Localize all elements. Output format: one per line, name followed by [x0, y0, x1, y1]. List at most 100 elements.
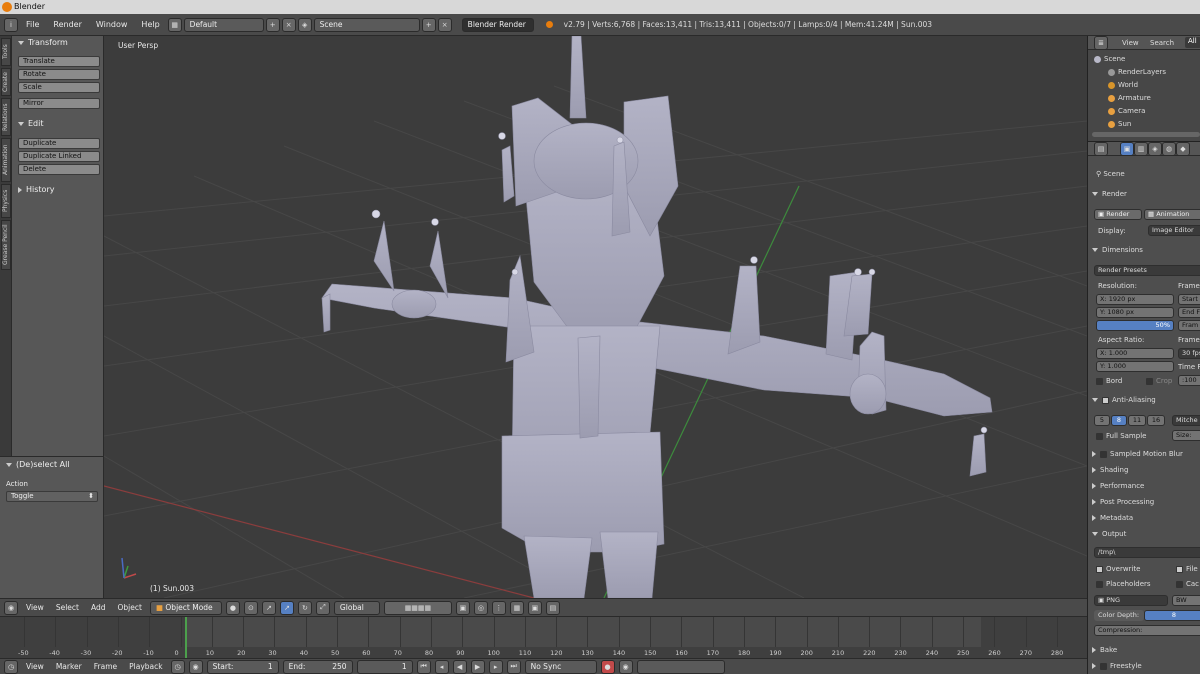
proportional-edit-icon[interactable]: ◎ — [473, 600, 488, 615]
tab-physics[interactable]: Physics — [1, 184, 11, 218]
menu-select[interactable]: Select — [52, 603, 83, 612]
render-tab-icon[interactable]: ▣ — [1120, 142, 1134, 156]
resolution-x-field[interactable]: X: 1920 px — [1096, 294, 1174, 305]
performance-panel-header[interactable]: Performance — [1092, 482, 1144, 490]
keying-set-field[interactable] — [636, 659, 725, 674]
timeline-menu-view[interactable]: View — [22, 662, 48, 671]
menu-window[interactable]: Window — [90, 20, 134, 29]
transform-panel-header[interactable]: Transform — [18, 38, 68, 47]
outliner-editor-icon[interactable]: ≣ — [1094, 36, 1108, 50]
aa-samples-8[interactable]: 8 — [1111, 415, 1127, 426]
outliner-scrollbar[interactable] — [1092, 132, 1200, 137]
translate-button[interactable]: Translate — [18, 56, 100, 67]
rotate-button[interactable]: Rotate — [18, 69, 100, 80]
frame-rate-select[interactable]: 30 fps — [1178, 348, 1200, 359]
lock-layers-icon[interactable]: ▣ — [455, 600, 470, 615]
color-mode-bw-button[interactable]: BW — [1172, 595, 1200, 606]
file-format-select[interactable]: ▣ PNG — [1094, 595, 1168, 606]
tab-animation[interactable]: Animation — [1, 138, 11, 182]
render-animation-button[interactable]: ▦ Animation — [1144, 209, 1200, 220]
aa-samples-11[interactable]: 11 — [1128, 415, 1146, 426]
shading-panel-header[interactable]: Shading — [1092, 466, 1128, 474]
edit-panel-header[interactable]: Edit — [18, 119, 44, 128]
file-extensions-checkbox[interactable]: File — [1176, 565, 1198, 573]
compression-slider[interactable]: Compression: — [1094, 625, 1200, 636]
snap-toggle-icon[interactable]: ⋮ — [491, 600, 506, 615]
properties-editor-icon[interactable]: ▤ — [1094, 142, 1108, 156]
menu-help[interactable]: Help — [135, 20, 165, 29]
render-engine-select[interactable]: Blender Render — [461, 17, 534, 32]
cache-checkbox[interactable]: Cac — [1176, 580, 1199, 588]
history-panel-header[interactable]: History — [18, 185, 54, 194]
outliner-item-world[interactable]: World — [1108, 81, 1138, 89]
play-reverse-icon[interactable]: ◀ — [452, 659, 467, 674]
tab-relations[interactable]: Relations — [1, 98, 11, 136]
jump-start-icon[interactable]: ⏮ — [416, 659, 431, 674]
scene-tab-icon[interactable]: ◈ — [1148, 142, 1162, 156]
screen-layout-icon[interactable]: ▦ — [167, 17, 182, 32]
resolution-y-field[interactable]: Y: 1080 px — [1096, 307, 1174, 318]
display-select[interactable]: Image Editor — [1148, 225, 1200, 236]
duplicate-linked-button[interactable]: Duplicate Linked — [18, 151, 100, 162]
full-sample-checkbox[interactable]: Full Sample — [1096, 432, 1146, 440]
tab-tools[interactable]: Tools — [1, 38, 11, 66]
jump-keyframe-forward-icon[interactable]: ▸ — [488, 659, 503, 674]
outliner-filter-select[interactable]: All — [1185, 37, 1200, 48]
viewport-shading-icon[interactable]: ● — [225, 600, 240, 615]
manipulator-toggle-icon[interactable]: ↗ — [261, 600, 276, 615]
pivot-point-icon[interactable]: ⊙ — [243, 600, 258, 615]
scale-button[interactable]: Scale — [18, 82, 100, 93]
record-icon[interactable]: ● — [600, 659, 615, 674]
timeline[interactable]: -50 -40 -30 -20 -10 0 10 20 30 40 50 60 70 80 90 100 110… — [0, 616, 1087, 659]
outliner-item-scene[interactable]: Scene — [1094, 55, 1125, 63]
aa-filter-size-field[interactable]: Size: — [1172, 430, 1200, 441]
aspect-y-field[interactable]: Y: 1.000 — [1096, 361, 1174, 372]
scale-manipulator-icon[interactable]: ⤢ — [315, 600, 330, 615]
metadata-panel-header[interactable]: Metadata — [1092, 514, 1133, 522]
start-frame-field[interactable]: Start: 1 — [206, 659, 279, 674]
snap-element-icon[interactable]: ▦ — [509, 600, 524, 615]
add-scene-icon[interactable]: + — [421, 17, 436, 32]
transform-orientation-select[interactable]: Global — [333, 600, 380, 615]
freestyle-panel-header[interactable]: Freestyle — [1092, 662, 1142, 670]
placeholders-checkbox[interactable]: Placeholders — [1096, 580, 1151, 588]
time-remap-field[interactable]: :100 — [1178, 375, 1200, 386]
aa-filter-select[interactable]: Mitche — [1172, 415, 1200, 426]
scene-icon[interactable]: ◈ — [297, 17, 312, 32]
outliner-item-camera[interactable]: Camera — [1108, 107, 1145, 115]
menu-file[interactable]: File — [20, 20, 45, 29]
frame-step-field[interactable]: Fram — [1178, 320, 1200, 331]
world-tab-icon[interactable]: ◍ — [1162, 142, 1176, 156]
translate-manipulator-icon[interactable]: ↗ — [279, 600, 294, 615]
play-icon[interactable]: ▶ — [470, 659, 485, 674]
render-opengl-icon[interactable]: ▣ — [527, 600, 542, 615]
output-path-field[interactable]: /tmp\ — [1094, 547, 1200, 558]
mirror-button[interactable]: Mirror — [18, 98, 100, 109]
outliner-search-menu[interactable]: Search — [1150, 39, 1174, 47]
3d-viewport[interactable]: User Persp (1) Sun.003 — [104, 36, 1087, 598]
object-tab-icon[interactable]: ◆ — [1176, 142, 1190, 156]
timeline-menu-playback[interactable]: Playback — [125, 662, 166, 671]
color-depth-8-button[interactable]: 8 — [1144, 610, 1200, 621]
menu-render[interactable]: Render — [47, 20, 87, 29]
border-checkbox[interactable]: Bord — [1096, 377, 1122, 385]
anti-aliasing-panel-header[interactable]: Anti-Aliasing — [1092, 396, 1156, 404]
aspect-x-field[interactable]: X: 1.000 — [1096, 348, 1174, 359]
timeline-menu-marker[interactable]: Marker — [52, 662, 86, 671]
interaction-mode-select[interactable]: ■ Object Mode — [149, 600, 222, 615]
render-presets-select[interactable]: Render Presets — [1094, 265, 1200, 276]
add-screen-icon[interactable]: + — [265, 17, 280, 32]
timeline-menu-frame[interactable]: Frame — [90, 662, 121, 671]
screen-layout-select[interactable]: Default — [183, 17, 264, 32]
scene-select[interactable]: Scene — [313, 17, 420, 32]
operator-panel-header[interactable]: (De)select All — [6, 460, 70, 469]
editor-type-3dview-icon[interactable]: ◉ — [4, 600, 18, 615]
duplicate-button[interactable]: Duplicate — [18, 138, 100, 149]
output-panel-header[interactable]: Output — [1092, 530, 1126, 538]
bake-panel-header[interactable]: Bake — [1092, 646, 1117, 654]
render-panel-header[interactable]: Render — [1092, 190, 1127, 198]
dimensions-panel-header[interactable]: Dimensions — [1092, 246, 1143, 254]
preview-range-icon[interactable]: ◷ — [170, 659, 185, 674]
render-layers-tab-icon[interactable]: ▥ — [1134, 142, 1148, 156]
aa-samples-5[interactable]: 5 — [1094, 415, 1110, 426]
